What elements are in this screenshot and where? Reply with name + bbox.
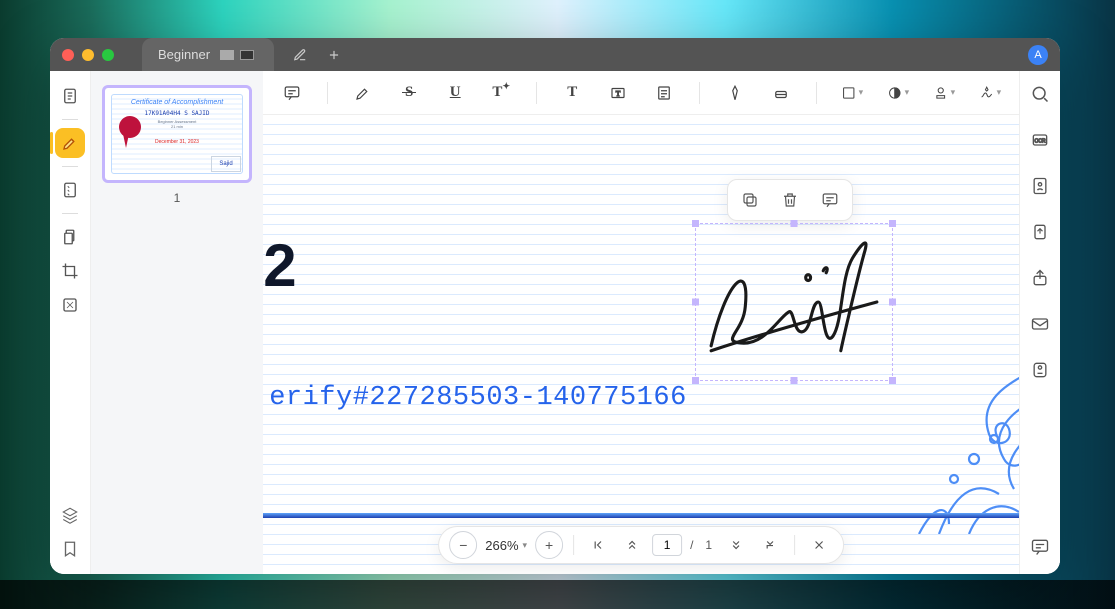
maximize-window-button[interactable] — [102, 49, 114, 61]
insert-text-tool-icon[interactable]: T — [561, 82, 583, 104]
stamp-tool-icon[interactable]: ▾ — [933, 82, 955, 104]
left-toolbar — [50, 71, 91, 574]
mail-icon[interactable] — [1027, 311, 1053, 337]
verify-text: erify#227285503-140775166 — [269, 383, 687, 413]
ocr-icon[interactable]: OCR — [1027, 127, 1053, 153]
comment-button[interactable] — [812, 184, 848, 216]
resize-handle-tr[interactable] — [889, 220, 896, 227]
cert-title: Certificate of Accomplishment — [116, 99, 238, 106]
tab-page-dark-icon — [240, 50, 254, 60]
prev-page-button[interactable] — [618, 531, 646, 559]
note-tool-icon[interactable] — [653, 82, 675, 104]
edit-tab-icon[interactable] — [292, 47, 308, 63]
pen-tool-icon[interactable] — [724, 82, 746, 104]
ai-icon[interactable] — [1027, 173, 1053, 199]
zoom-out-button[interactable]: − — [449, 531, 477, 559]
thumbnail-panel: Certificate of Accomplishment 17K91A04H4… — [91, 71, 263, 574]
shape-tool-icon[interactable]: ▾ — [841, 82, 863, 104]
page-sep: / — [688, 538, 697, 552]
zoom-in-button[interactable]: + — [535, 531, 563, 559]
copy-button[interactable] — [732, 184, 768, 216]
storage-icon[interactable] — [1027, 357, 1053, 383]
eraser-tool-icon[interactable] — [770, 82, 792, 104]
tab-page-light-icon — [220, 50, 234, 60]
cert-date: December 31, 2023 — [116, 139, 238, 145]
next-page-button[interactable] — [722, 531, 750, 559]
titlebar: Beginner A — [50, 38, 1060, 71]
app-window: Beginner A — [50, 38, 1060, 574]
first-page-button[interactable] — [584, 531, 612, 559]
window-controls — [62, 49, 114, 61]
comment-tool-icon[interactable] — [281, 82, 303, 104]
page-input[interactable] — [652, 534, 682, 556]
resize-handle-bm[interactable] — [791, 377, 798, 384]
resize-handle-bl[interactable] — [692, 377, 699, 384]
highlight-tool-icon[interactable] — [55, 128, 85, 158]
main-area: S U T✦ T T ▾ ▾ ▾ ▾ 2 erify#227285503-140… — [263, 71, 1019, 574]
document-tool-icon[interactable] — [55, 81, 85, 111]
minimize-window-button[interactable] — [82, 49, 94, 61]
highlighter-tool-icon[interactable] — [352, 82, 374, 104]
svg-text:OCR: OCR — [1035, 139, 1047, 145]
new-tab-button[interactable] — [326, 47, 342, 63]
text-style-tool-icon[interactable]: T✦ — [490, 82, 512, 104]
thumbnail-page-number: 1 — [174, 191, 181, 205]
tab-label: Beginner — [158, 47, 210, 62]
crop-tool-icon[interactable] — [55, 256, 85, 286]
seal-icon — [119, 116, 141, 138]
zoom-navigation-bar: − 266%▾ + / 1 — [438, 526, 844, 564]
signature-drawing — [696, 224, 892, 380]
signature-selection[interactable] — [695, 223, 893, 381]
strikethrough-tool-icon[interactable]: S — [398, 82, 420, 104]
resize-handle-mr[interactable] — [889, 299, 896, 306]
zoom-level[interactable]: 266%▾ — [483, 538, 529, 553]
bookmark-icon[interactable] — [55, 534, 85, 564]
delete-button[interactable] — [772, 184, 808, 216]
underline-tool-icon[interactable]: U — [444, 82, 466, 104]
notes-tool-icon[interactable] — [55, 175, 85, 205]
signature-tool-icon[interactable]: ▾ — [979, 82, 1001, 104]
user-avatar[interactable]: A — [1028, 45, 1048, 65]
svg-text:T: T — [616, 89, 621, 98]
opacity-tool-icon[interactable]: ▾ — [887, 82, 909, 104]
last-page-button[interactable] — [756, 531, 784, 559]
selection-toolbar — [727, 179, 853, 221]
year-digit: 2 — [263, 231, 296, 300]
signature-preview: Sajid — [211, 156, 241, 172]
annotation-toolbar: S U T✦ T T ▾ ▾ ▾ ▾ — [263, 71, 1019, 115]
resize-handle-tm[interactable] — [791, 220, 798, 227]
text-box-tool-icon[interactable]: T — [607, 82, 629, 104]
search-icon[interactable] — [1027, 81, 1053, 107]
right-toolbar: OCR — [1019, 71, 1060, 574]
page-thumbnail[interactable]: Certificate of Accomplishment 17K91A04H4… — [102, 85, 252, 183]
export-icon[interactable] — [1027, 219, 1053, 245]
page-tool-icon[interactable] — [55, 222, 85, 252]
corner-ornament — [879, 364, 1019, 534]
resize-handle-ml[interactable] — [692, 299, 699, 306]
page-total: 1 — [703, 538, 716, 552]
tab-preview-icons — [220, 50, 254, 60]
close-bar-button[interactable] — [805, 531, 833, 559]
page-baseline — [263, 513, 1019, 518]
document-canvas[interactable]: 2 erify#227285503-140775166 — [263, 115, 1019, 574]
layers-icon[interactable] — [55, 500, 85, 530]
annotations-panel-icon[interactable] — [1027, 534, 1053, 560]
share-icon[interactable] — [1027, 265, 1053, 291]
close-window-button[interactable] — [62, 49, 74, 61]
document-tab[interactable]: Beginner — [142, 38, 274, 71]
resize-handle-tl[interactable] — [692, 220, 699, 227]
scale-tool-icon[interactable] — [55, 290, 85, 320]
